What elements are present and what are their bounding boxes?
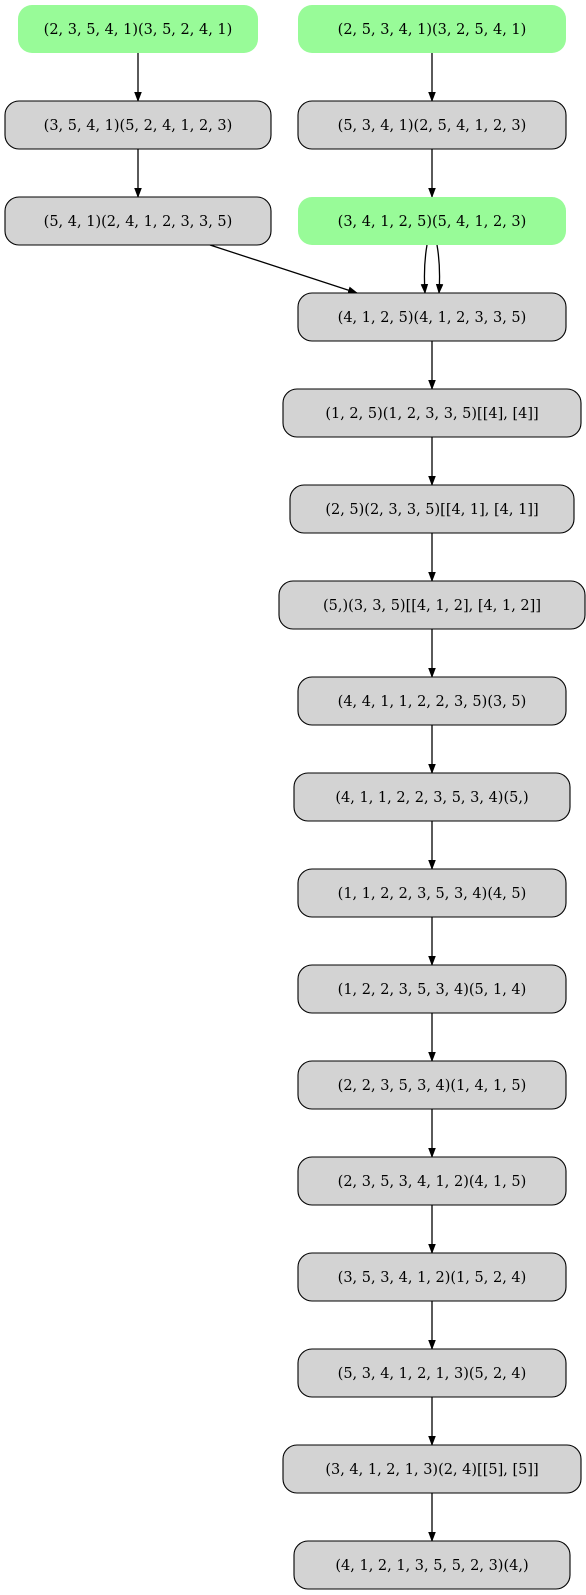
graph-node: (4, 1, 1, 2, 2, 3, 5, 3, 4)(5,)	[293, 772, 571, 822]
node-label: (4, 1, 1, 2, 2, 3, 5, 3, 4)(5,)	[335, 790, 528, 806]
node-label: (1, 2, 2, 3, 5, 3, 4)(5, 1, 4)	[338, 982, 527, 998]
graph-node: (5, 4, 1)(2, 4, 1, 2, 3, 3, 5)	[4, 196, 272, 246]
node-label: (5,)(3, 3, 5)[[4, 1, 2], [4, 1, 2]]	[323, 598, 541, 614]
graph-node: (5,)(3, 3, 5)[[4, 1, 2], [4, 1, 2]]	[278, 580, 586, 630]
graph-node: (2, 5, 3, 4, 1)(3, 2, 5, 4, 1)	[298, 5, 566, 53]
graph-node: (2, 3, 5, 3, 4, 1, 2)(4, 1, 5)	[297, 1156, 567, 1206]
edge-arrow	[420, 244, 429, 294]
node-label: (5, 3, 4, 1, 2, 1, 3)(5, 2, 4)	[338, 1366, 527, 1382]
graph-node: (2, 5)(2, 3, 3, 5)[[4, 1], [4, 1]]	[289, 484, 575, 534]
node-label: (2, 5, 3, 4, 1)(3, 2, 5, 4, 1)	[338, 22, 527, 38]
node-label: (4, 1, 2, 5)(4, 1, 2, 3, 3, 5)	[338, 310, 527, 326]
edge-arrow	[435, 244, 444, 294]
node-label: (5, 3, 4, 1)(2, 5, 4, 1, 2, 3)	[338, 118, 527, 134]
state-graph: (2, 3, 5, 4, 1)(3, 5, 2, 4, 1) (2, 5, 3, …	[4, 5, 586, 1590]
graph-node: (3, 4, 1, 2, 1, 3)(2, 4)[[5], [5]]	[282, 1444, 582, 1494]
edge-arrow	[209, 244, 358, 294]
node-label: (3, 4, 1, 2, 5)(5, 4, 1, 2, 3)	[338, 214, 527, 230]
node-label: (5, 4, 1)(2, 4, 1, 2, 3, 3, 5)	[44, 214, 233, 230]
node-label: (2, 2, 3, 5, 3, 4)(1, 4, 1, 5)	[338, 1078, 527, 1094]
node-label: (2, 3, 5, 3, 4, 1, 2)(4, 1, 5)	[338, 1174, 527, 1190]
graph-node: (1, 1, 2, 2, 3, 5, 3, 4)(4, 5)	[297, 868, 567, 918]
node-label: (1, 1, 2, 2, 3, 5, 3, 4)(4, 5)	[338, 886, 527, 902]
node-label: (1, 2, 5)(1, 2, 3, 3, 5)[[4], [4]]	[325, 406, 538, 422]
node-label: (3, 5, 4, 1)(5, 2, 4, 1, 2, 3)	[44, 118, 233, 134]
node-label: (2, 3, 5, 4, 1)(3, 5, 2, 4, 1)	[44, 22, 233, 38]
graph-node: (4, 1, 2, 5)(4, 1, 2, 3, 3, 5)	[297, 292, 567, 342]
graph-node: (4, 4, 1, 1, 2, 2, 3, 5)(3, 5)	[297, 676, 567, 726]
graph-node: (4, 1, 2, 1, 3, 5, 5, 2, 3)(4,)	[293, 1540, 571, 1590]
node-label: (3, 4, 1, 2, 1, 3)(2, 4)[[5], [5]]	[325, 1462, 538, 1478]
node-label: (3, 5, 3, 4, 1, 2)(1, 5, 2, 4)	[338, 1270, 527, 1286]
graph-node: (5, 3, 4, 1)(2, 5, 4, 1, 2, 3)	[297, 100, 567, 150]
node-label: (4, 1, 2, 1, 3, 5, 5, 2, 3)(4,)	[335, 1558, 528, 1574]
graph-node: (5, 3, 4, 1, 2, 1, 3)(5, 2, 4)	[297, 1348, 567, 1398]
node-label: (2, 5)(2, 3, 3, 5)[[4, 1], [4, 1]]	[325, 502, 538, 518]
node-label: (4, 4, 1, 1, 2, 2, 3, 5)(3, 5)	[338, 694, 527, 710]
graph-node: (3, 5, 4, 1)(5, 2, 4, 1, 2, 3)	[4, 100, 272, 150]
graph-node: (2, 2, 3, 5, 3, 4)(1, 4, 1, 5)	[297, 1060, 567, 1110]
node-layer: (2, 3, 5, 4, 1)(3, 5, 2, 4, 1) (2, 5, 3, …	[4, 5, 586, 1590]
graph-node: (2, 3, 5, 4, 1)(3, 5, 2, 4, 1)	[18, 5, 258, 53]
graph-node: (1, 2, 2, 3, 5, 3, 4)(5, 1, 4)	[297, 964, 567, 1014]
graph-node: (1, 2, 5)(1, 2, 3, 3, 5)[[4], [4]]	[282, 388, 582, 438]
graph-node: (3, 5, 3, 4, 1, 2)(1, 5, 2, 4)	[297, 1252, 567, 1302]
graph-node: (3, 4, 1, 2, 5)(5, 4, 1, 2, 3)	[298, 197, 566, 245]
